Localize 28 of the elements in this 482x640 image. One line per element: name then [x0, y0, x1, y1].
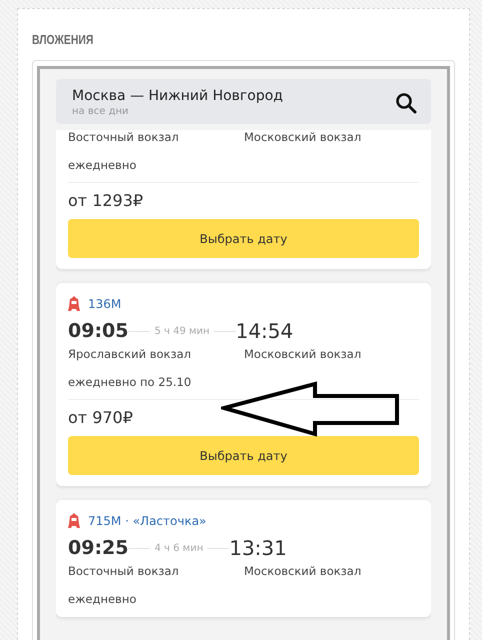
price-text: от 970₽ [68, 408, 134, 427]
arrival-station: Московский вокзал [244, 130, 362, 144]
train-icon [68, 513, 80, 528]
train-link[interactable]: 136М [88, 296, 122, 310]
train-link[interactable]: 715М · «Ласточка» [88, 514, 206, 528]
schedule-text: ежедневно по 25.10 [68, 375, 192, 389]
search-icon[interactable] [395, 92, 417, 114]
arrival-time: 14:54 [236, 319, 294, 343]
section-title: ВЛОЖЕНИЯ [32, 32, 94, 47]
arrival-station: Московский вокзал [244, 347, 362, 361]
departure-station: Восточный вокзал [68, 564, 180, 578]
train-icon [68, 296, 80, 311]
departure-time: 09:25 [68, 537, 128, 559]
date-hint: на все дни [72, 106, 130, 117]
search-bar[interactable]: Москва — Нижний Новгород на все дни [56, 79, 431, 124]
departure-station: Восточный вокзал [68, 130, 180, 144]
arrival-time: 13:31 [229, 536, 287, 560]
arrival-station: Московский вокзал [244, 564, 362, 578]
schedule-text: ежедневно [68, 158, 138, 172]
price-text: от 1293₽ [68, 191, 144, 210]
route-text: Москва — Нижний Новгород [72, 88, 283, 104]
trip-duration: 4 ч 6 мин [153, 542, 204, 554]
departure-station: Ярославский вокзал [68, 347, 192, 361]
choose-date-button[interactable]: Выбрать дату [68, 436, 419, 475]
trip-duration: 5 ч 49 мин [153, 326, 211, 336]
choose-date-button[interactable]: Выбрать дату [68, 219, 419, 258]
departure-time: 09:05 [68, 320, 128, 342]
schedule-text: ежедневно [68, 592, 138, 606]
